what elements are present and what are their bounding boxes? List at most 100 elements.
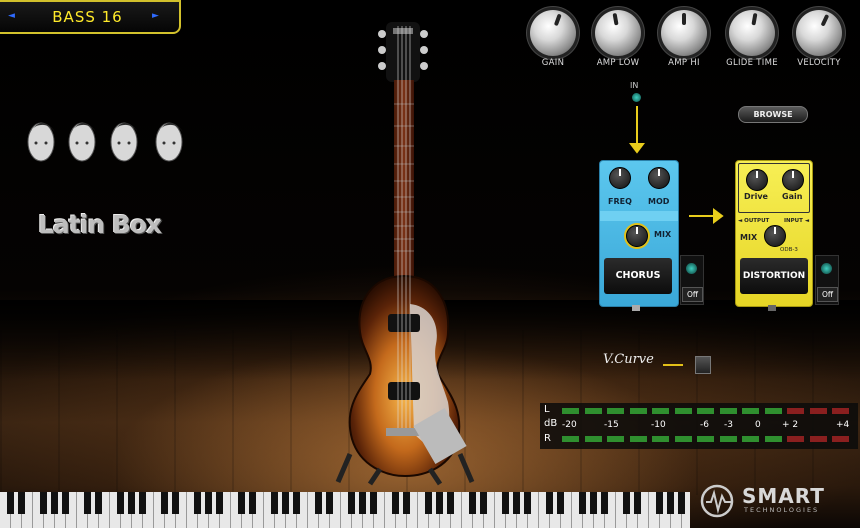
knob-indicator <box>792 171 794 178</box>
meter-segment <box>562 436 579 442</box>
piano-black-key[interactable] <box>469 492 476 514</box>
piano-black-key[interactable] <box>128 492 135 514</box>
piano-black-key[interactable] <box>161 492 168 514</box>
input-pedal-label: INPUT ◄ <box>784 218 810 224</box>
chorus-mix-label: MIX <box>654 230 672 239</box>
piano-black-key[interactable] <box>271 492 278 514</box>
model-label: ODB-3 <box>780 247 798 253</box>
chorus-name[interactable]: CHORUS <box>604 258 672 294</box>
piano-black-key[interactable] <box>293 492 300 514</box>
chorus-pedal: FREQ MOD MIX CHORUS <box>599 160 679 307</box>
meter-segment <box>629 436 647 442</box>
meter-db-label: dB <box>544 418 558 429</box>
piano-black-key[interactable] <box>436 492 443 514</box>
piano-black-key[interactable] <box>678 492 685 514</box>
piano-black-key[interactable] <box>139 492 146 514</box>
distortion-mix-knob[interactable] <box>764 225 786 247</box>
meter-segment <box>607 436 624 442</box>
piano-black-key[interactable] <box>172 492 179 514</box>
knob-indicator <box>619 169 621 176</box>
piano-black-key[interactable] <box>18 492 25 514</box>
meter-segment <box>674 408 692 414</box>
freq-knob[interactable] <box>609 167 631 189</box>
meter-scale-tick: 0 <box>755 420 761 430</box>
mod-knob[interactable] <box>648 167 670 189</box>
meter-segment <box>562 408 579 414</box>
piano-black-key[interactable] <box>656 492 663 514</box>
piano-black-key[interactable] <box>601 492 608 514</box>
chorus-off-button[interactable]: Off <box>682 287 703 302</box>
piano-black-key[interactable] <box>84 492 91 514</box>
meter-segment <box>787 408 804 414</box>
meter-scale-tick: +4 <box>836 420 850 430</box>
piano-black-key[interactable] <box>513 492 520 514</box>
piano-black-key[interactable] <box>502 492 509 514</box>
smart-technologies-logo: SMART TECHNOLOGIES <box>700 482 850 520</box>
piano-black-key[interactable] <box>238 492 245 514</box>
instrument-panel: ◄ BASS 16 ► Latin Box GAIN AMP LOW AMP H… <box>0 0 860 528</box>
pedal-divider <box>600 211 678 221</box>
meter-segment <box>607 408 624 414</box>
knob-indicator <box>756 171 758 178</box>
piano-black-key[interactable] <box>579 492 586 514</box>
meter-segment <box>809 408 827 414</box>
gain-pedal-knob[interactable] <box>782 169 804 191</box>
meter-segment <box>697 436 714 442</box>
meter-segment <box>584 436 602 442</box>
piano-black-key[interactable] <box>546 492 553 514</box>
piano-black-key[interactable] <box>326 492 333 514</box>
piano-black-key[interactable] <box>590 492 597 514</box>
piano-black-key[interactable] <box>51 492 58 514</box>
piano-black-key[interactable] <box>480 492 487 514</box>
piano-black-key[interactable] <box>249 492 256 514</box>
meter-segment <box>764 436 782 442</box>
meter-segment <box>719 436 737 442</box>
piano-black-key[interactable] <box>392 492 399 514</box>
piano-black-key[interactable] <box>95 492 102 514</box>
piano-black-key[interactable] <box>40 492 47 514</box>
piano-black-key[interactable] <box>403 492 410 514</box>
piano-black-key[interactable] <box>7 492 14 514</box>
piano-black-key[interactable] <box>370 492 377 514</box>
meter-scale-tick: -6 <box>700 420 709 430</box>
distortion-off-button[interactable]: Off <box>817 287 838 302</box>
meter-segment <box>674 436 692 442</box>
meter-segment <box>742 408 759 414</box>
meter-segment <box>652 436 669 442</box>
meter-scale-tick: -3 <box>724 420 733 430</box>
piano-black-key[interactable] <box>62 492 69 514</box>
piano-black-key[interactable] <box>216 492 223 514</box>
distortion-bypass: Off <box>815 255 839 305</box>
meter-segment <box>787 436 804 442</box>
piano-black-key[interactable] <box>425 492 432 514</box>
meter-left-label: L <box>544 404 550 415</box>
piano-black-key[interactable] <box>667 492 674 514</box>
meter-segment <box>697 408 714 414</box>
piano-black-key[interactable] <box>117 492 124 514</box>
distortion-mix-label: MIX <box>740 233 758 242</box>
logo-name: SMART <box>742 484 825 508</box>
knob-indicator <box>774 227 776 234</box>
piano-black-key[interactable] <box>524 492 531 514</box>
piano-black-key[interactable] <box>623 492 630 514</box>
vcurve-toggle-button[interactable] <box>695 356 711 374</box>
piano-keyboard[interactable] <box>0 492 690 528</box>
drive-knob[interactable] <box>746 169 768 191</box>
logo-tagline: TECHNOLOGIES <box>744 506 820 514</box>
distortion-name[interactable]: DISTORTION <box>740 258 808 294</box>
piano-black-key[interactable] <box>634 492 641 514</box>
meter-right-label: R <box>544 433 551 444</box>
piano-black-key[interactable] <box>447 492 454 514</box>
piano-black-key[interactable] <box>348 492 355 514</box>
chorus-mix-knob[interactable] <box>626 225 648 247</box>
distortion-led <box>821 263 832 274</box>
piano-black-key[interactable] <box>194 492 201 514</box>
chorus-led <box>686 263 697 274</box>
piano-black-key[interactable] <box>359 492 366 514</box>
chorus-bypass: Off <box>680 255 704 305</box>
piano-black-key[interactable] <box>557 492 564 514</box>
output-label: ◄ OUTPUT <box>738 218 770 224</box>
piano-black-key[interactable] <box>205 492 212 514</box>
piano-black-key[interactable] <box>315 492 322 514</box>
piano-black-key[interactable] <box>282 492 289 514</box>
